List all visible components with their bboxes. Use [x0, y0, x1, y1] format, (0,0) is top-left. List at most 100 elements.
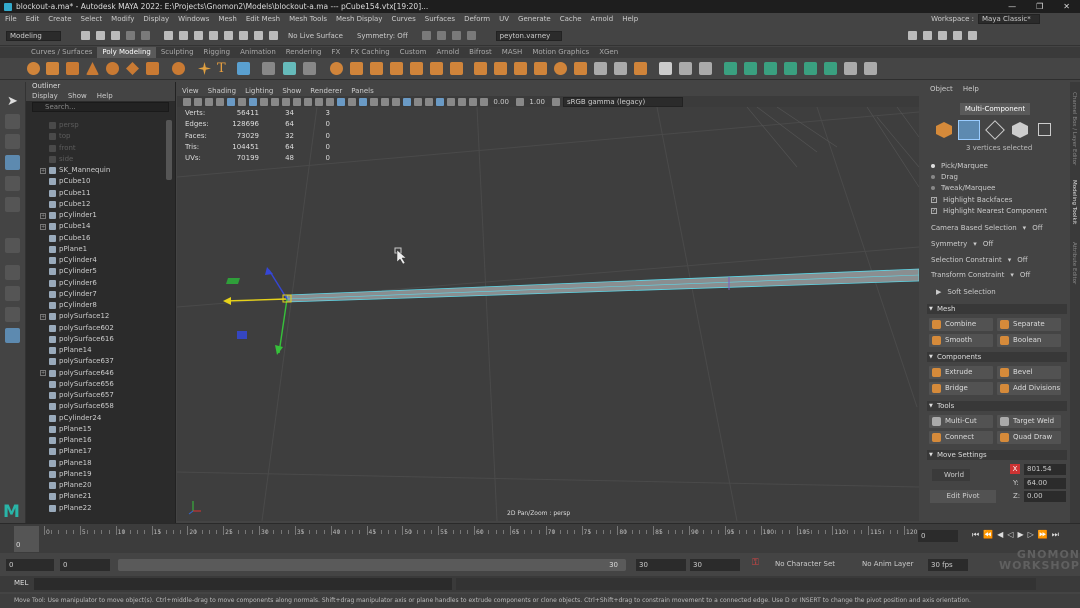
move-tool-icon[interactable]: [5, 155, 20, 170]
exposure-icon[interactable]: [480, 97, 488, 106]
menu-deform[interactable]: Deform: [464, 15, 490, 23]
shelf-tab-rigging[interactable]: Rigging: [199, 47, 236, 58]
field-chart-icon[interactable]: [293, 97, 301, 106]
poly-torus-icon[interactable]: [106, 62, 119, 75]
wireframe-on-shaded-icon[interactable]: [359, 97, 367, 106]
outliner-item[interactable]: side: [40, 154, 73, 165]
shadows-icon[interactable]: [392, 97, 400, 106]
reduce-icon[interactable]: [410, 62, 423, 75]
fill-hole-icon[interactable]: [390, 62, 403, 75]
connect-button[interactable]: Connect: [929, 431, 993, 444]
toggle-channel-box-icon[interactable]: [967, 31, 977, 40]
shelf-tab-rendering[interactable]: Rendering: [281, 47, 327, 58]
outliner-menu-help[interactable]: Help: [97, 91, 113, 101]
boolean-icon[interactable]: [330, 62, 343, 75]
auto-key-icon[interactable]: ⚿: [752, 558, 759, 568]
face-mode-icon[interactable]: [1012, 122, 1028, 138]
outliner-item[interactable]: polySurface656: [40, 379, 114, 390]
menu-display[interactable]: Display: [143, 15, 169, 23]
uv-editor-icon[interactable]: [724, 62, 737, 75]
shelf-tab-motion-graphics[interactable]: Motion Graphics: [527, 47, 594, 58]
antialiasing-icon[interactable]: [458, 97, 466, 106]
viewport-menu-show[interactable]: Show: [282, 86, 301, 96]
add-divisions-button[interactable]: Add Divisions: [997, 382, 1061, 395]
menu-help[interactable]: Help: [622, 15, 638, 23]
character-set-dropdown[interactable]: No Character Set: [775, 560, 835, 568]
triangulate-icon[interactable]: [450, 62, 463, 75]
outliner-layout-icon[interactable]: [5, 328, 20, 343]
step-forward-key-icon[interactable]: ⏩: [1038, 530, 1048, 540]
toggle-modeling-toolkit-icon[interactable]: [922, 31, 932, 40]
shelf-tab-curves[interactable]: Curves / Surfaces: [26, 47, 97, 58]
boolean-button[interactable]: Boolean: [997, 334, 1061, 347]
outliner-item[interactable]: top: [40, 131, 70, 142]
film-gate-icon[interactable]: [260, 97, 268, 106]
multi-cut-button[interactable]: Multi-Cut: [929, 415, 993, 428]
workspace-dropdown[interactable]: Maya Classic*: [978, 14, 1040, 24]
outliner-item[interactable]: pPlane1: [40, 244, 87, 255]
toolkit-menu-help[interactable]: Help: [963, 85, 979, 93]
selected-mesh-beam[interactable]: [286, 268, 919, 303]
motion-blur-icon[interactable]: [447, 97, 455, 106]
gate-mask-icon[interactable]: [282, 97, 290, 106]
shelf-tab-xgen[interactable]: XGen: [594, 47, 623, 58]
cleanup-icon[interactable]: [430, 62, 443, 75]
user-account-dropdown[interactable]: peyton.varney: [495, 30, 562, 41]
ambient-occlusion-icon[interactable]: [425, 97, 433, 106]
gamma-icon[interactable]: [516, 97, 524, 106]
smooth-button[interactable]: Smooth: [929, 334, 993, 347]
grease-pencil-icon[interactable]: [238, 97, 246, 106]
outliner-scrollbar[interactable]: [166, 120, 172, 180]
poly-sphere-icon[interactable]: [27, 62, 40, 75]
playback-end-field[interactable]: 30: [636, 559, 686, 571]
outliner-item[interactable]: polySurface602: [40, 323, 114, 334]
outliner-item[interactable]: pCube11: [40, 188, 90, 199]
shelf-tab-fx[interactable]: FX: [327, 47, 346, 58]
command-language-label[interactable]: MEL: [14, 579, 28, 587]
cut-uv-icon[interactable]: [844, 62, 857, 75]
viewport-menu-view[interactable]: View: [182, 86, 199, 96]
outliner-menu-display[interactable]: Display: [32, 91, 58, 101]
poly-cylinder-icon[interactable]: [66, 62, 79, 75]
transform-constraint[interactable]: Transform Constraint ▾ Off: [931, 270, 1030, 280]
view-transform-dropdown[interactable]: sRGB gamma (legacy): [563, 96, 683, 107]
anim-layer-dropdown[interactable]: No Anim Layer: [862, 560, 913, 568]
offset-loop-icon[interactable]: [534, 62, 547, 75]
wireframe-icon[interactable]: [326, 97, 334, 106]
step-back-frame-icon[interactable]: ◀: [997, 530, 1003, 540]
grid-icon[interactable]: [249, 97, 257, 106]
resolution-gate-icon[interactable]: [271, 97, 279, 106]
menu-surfaces[interactable]: Surfaces: [425, 15, 455, 23]
bevel-button[interactable]: Bevel: [997, 366, 1061, 379]
outliner-item[interactable]: + pCube14: [40, 221, 90, 232]
camera-attributes-icon[interactable]: [194, 97, 202, 106]
default-material-icon[interactable]: [348, 97, 356, 106]
outliner-item[interactable]: polySurface616: [40, 334, 114, 345]
move-settings-section-header[interactable]: Move Settings: [927, 450, 1067, 460]
playback-start-field[interactable]: 0: [60, 559, 110, 571]
bevel-icon[interactable]: [514, 62, 527, 75]
tweak-marquee-option[interactable]: Tweak/Marquee: [931, 183, 995, 193]
poke-icon[interactable]: [574, 62, 587, 75]
move-manipulator-x-axis[interactable]: [224, 298, 288, 302]
merge-icon[interactable]: [634, 62, 647, 75]
outliner-item[interactable]: pPlane21: [40, 491, 92, 502]
platonic-icon[interactable]: [172, 62, 185, 75]
toggle-attribute-editor-icon[interactable]: [937, 31, 947, 40]
step-forward-frame-icon[interactable]: ▷: [1028, 530, 1034, 540]
target-weld-button[interactable]: Target Weld: [997, 415, 1061, 428]
outliner-item[interactable]: + polySurface12: [40, 311, 109, 322]
poly-disc-icon[interactable]: [146, 62, 159, 75]
layout-icon[interactable]: [907, 31, 917, 40]
close-button[interactable]: ✕: [1063, 2, 1070, 11]
smooth-shade-icon[interactable]: [337, 97, 345, 106]
camera-select-icon[interactable]: [183, 97, 191, 106]
toggle-tool-settings-icon[interactable]: [952, 31, 962, 40]
snap-grid-icon[interactable]: [209, 31, 218, 40]
viewport-menu-lighting[interactable]: Lighting: [245, 86, 273, 96]
command-input[interactable]: [34, 578, 452, 590]
xray-joints-icon[interactable]: [414, 97, 422, 106]
select-component-icon[interactable]: [194, 31, 203, 40]
menu-mesh-tools[interactable]: Mesh Tools: [289, 15, 327, 23]
outliner-item[interactable]: + SK_Mannequin: [40, 165, 110, 176]
